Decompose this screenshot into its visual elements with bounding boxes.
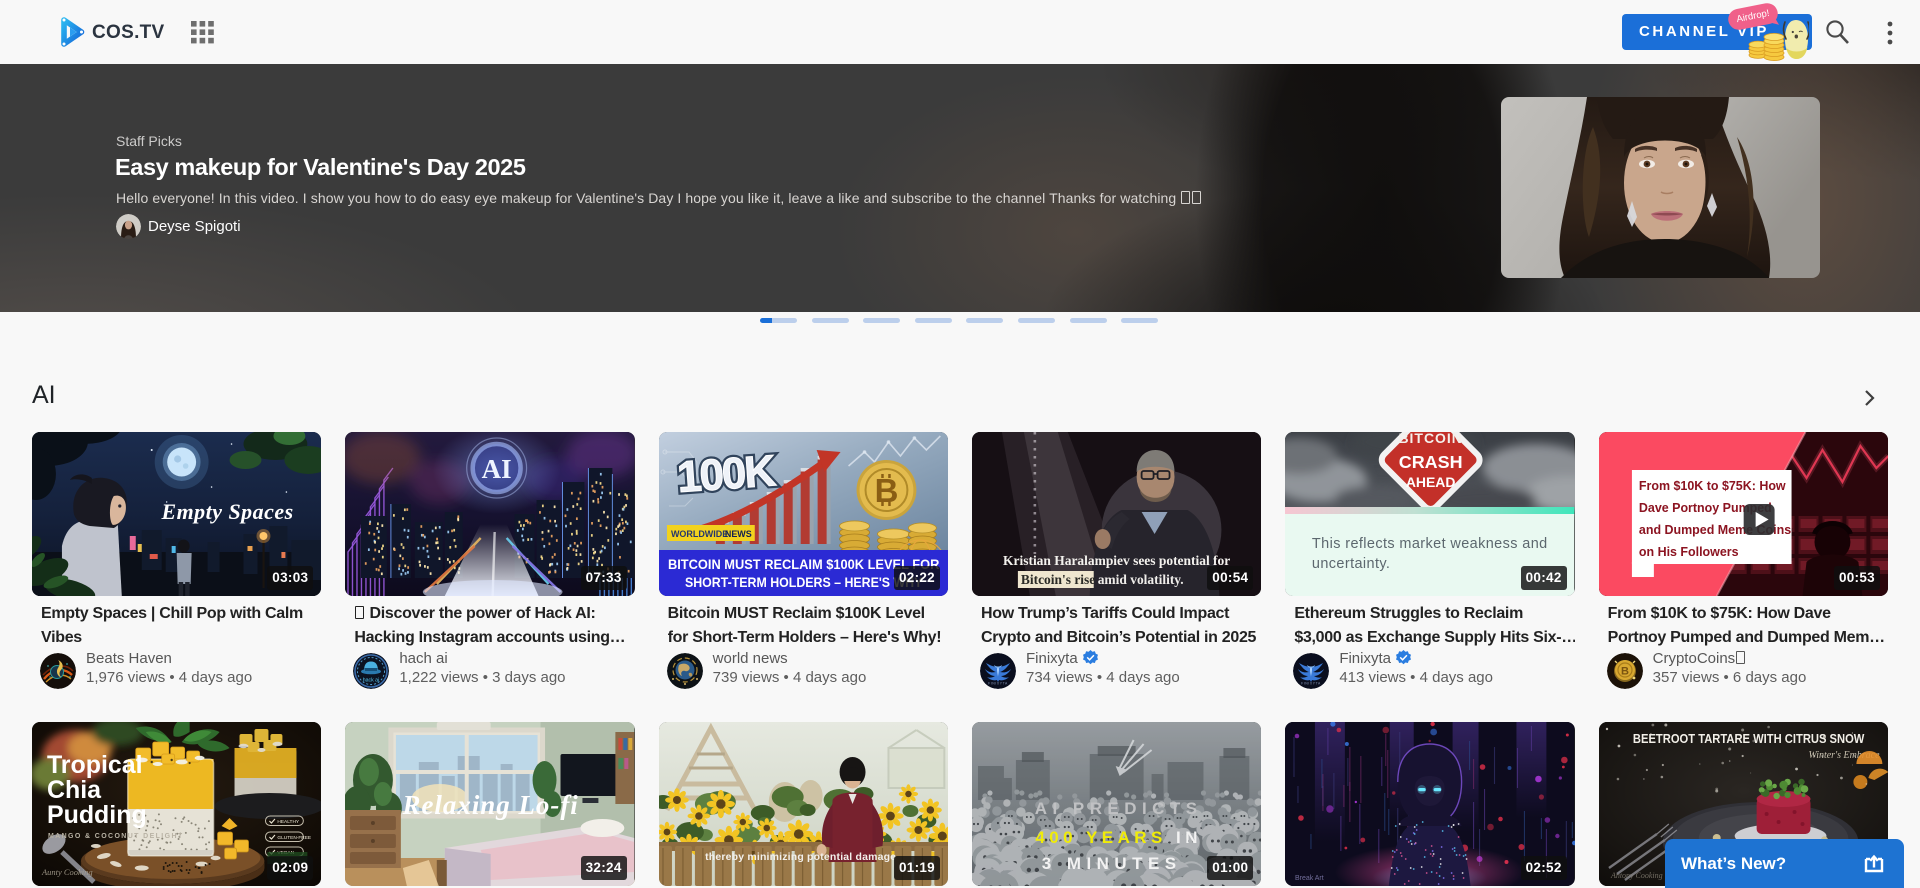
- svg-text:SHORT-TERM HOLDERS – HERE'S WH: SHORT-TERM HOLDERS – HERE'S WHY: [685, 575, 922, 590]
- svg-text:MANGO & COCONUT DELIGHT: MANGO & COCONUT DELIGHT: [48, 833, 184, 840]
- svg-text:Break Art: Break Art: [1295, 875, 1324, 882]
- svg-text:BITCOIN: BITCOIN: [1399, 432, 1463, 446]
- svg-text:Kristian Haralampiev sees pote: Kristian Haralampiev sees potential for: [1003, 553, 1230, 568]
- svg-text:HEALTHY: HEALTHY: [277, 819, 299, 825]
- svg-text:amid volatility.: amid volatility.: [1098, 572, 1184, 587]
- svg-text:hack ai: hack ai: [363, 678, 379, 684]
- svg-text:Relaxing Lo-fi: Relaxing Lo-fi: [402, 790, 579, 820]
- svg-text:Antony Cooking: Antony Cooking: [1610, 871, 1663, 880]
- svg-text:B: B: [1621, 666, 1629, 678]
- svg-text:NEWS: NEWS: [725, 529, 752, 539]
- svg-text:uncertainty.: uncertainty.: [1312, 556, 1390, 572]
- svg-text:FINIXYTA: FINIXYTA: [1301, 682, 1321, 686]
- svg-text:Empty Spaces: Empty Spaces: [160, 499, 293, 524]
- svg-text:GLUTEN-FREE: GLUTEN-FREE: [277, 835, 311, 841]
- svg-text:400 YEARS IN: 400 YEARS IN: [1035, 828, 1202, 847]
- svg-text:100K: 100K: [675, 446, 777, 502]
- svg-text:From $10K to $75K: How: From $10K to $75K: How: [1639, 479, 1786, 493]
- svg-text:Bitcoin's rise: Bitcoin's rise: [1021, 572, 1095, 587]
- svg-text:CRASH: CRASH: [1399, 452, 1463, 472]
- svg-text:BEETROOT TARTARE WITH CITRUS S: BEETROOT TARTARE WITH CITRUS SNOW: [1633, 731, 1865, 746]
- svg-text:Chia: Chia: [47, 776, 102, 804]
- svg-text:3 MINUTES: 3 MINUTES: [1042, 854, 1182, 873]
- svg-text:AI: AI: [482, 454, 512, 484]
- svg-text:WORLDWIDE: WORLDWIDE: [671, 529, 728, 539]
- svg-text:AHEAD: AHEAD: [1406, 474, 1456, 490]
- svg-text:This reflects market weakness: This reflects market weakness and: [1312, 536, 1548, 552]
- svg-text:Tropical: Tropical: [47, 751, 143, 779]
- svg-text:Pudding: Pudding: [47, 801, 147, 829]
- svg-text:thereby minimizing potential d: thereby minimizing potential damage: [705, 852, 896, 863]
- svg-text:on His Followers: on His Followers: [1639, 545, 1739, 559]
- svg-text:AI PREDICTS: AI PREDICTS: [1035, 799, 1203, 818]
- svg-text:B: B: [874, 472, 898, 509]
- svg-text:FINIXYTA: FINIXYTA: [988, 682, 1008, 686]
- svg-text:Aunty Cooking: Aunty Cooking: [41, 867, 93, 877]
